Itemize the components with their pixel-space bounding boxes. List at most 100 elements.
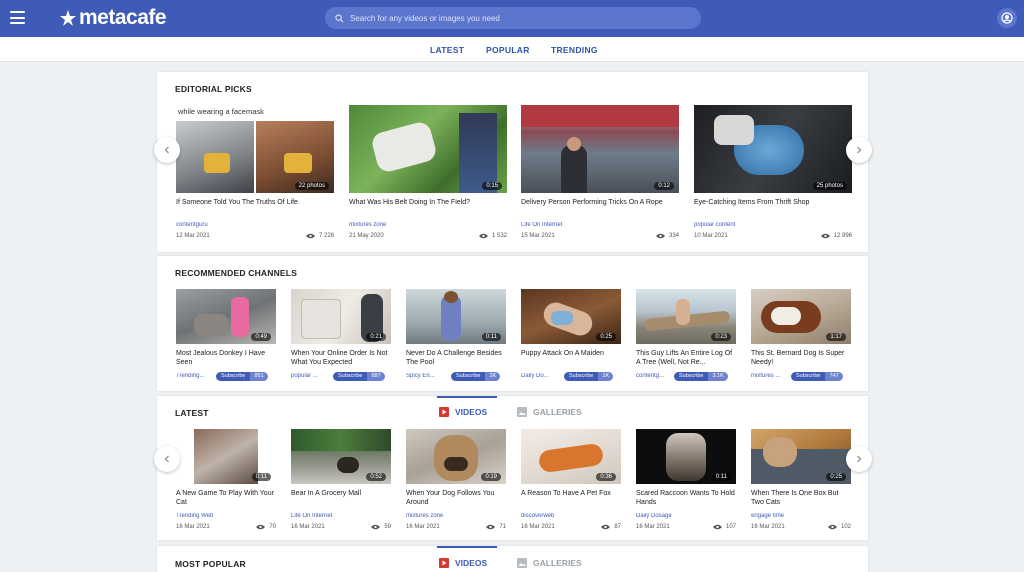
duration-badge: 0:52 bbox=[366, 473, 386, 481]
channel-name[interactable]: contentg... bbox=[636, 373, 672, 379]
video-title[interactable]: What Was His Belt Doing In The Field? bbox=[349, 198, 507, 207]
subscribe-button[interactable]: Subscribe 851 bbox=[216, 372, 268, 381]
channel-name[interactable]: mixtures ... bbox=[751, 373, 789, 379]
video-thumbnail[interactable]: 0:25 bbox=[521, 289, 621, 344]
subscribe-button[interactable]: Subscribe 2K bbox=[451, 372, 501, 381]
video-thumbnail[interactable]: 0:11 bbox=[176, 429, 276, 484]
latest-card[interactable]: 0:11 A New Game To Play With Your Cat Tr… bbox=[176, 429, 276, 533]
latest-card[interactable]: 0:11 Scared Raccoon Wants To Hold Hands … bbox=[636, 429, 736, 533]
nav-popular[interactable]: POPULAR bbox=[486, 45, 530, 55]
eye-icon bbox=[601, 524, 611, 530]
carousel-next-button[interactable] bbox=[846, 137, 872, 163]
publish-date: 16 Mar 2021 bbox=[751, 524, 785, 530]
channel-name[interactable]: Life On Internet bbox=[291, 513, 391, 519]
channel-name[interactable]: popular content bbox=[694, 222, 852, 228]
video-title[interactable]: If Someone Told You The Truths Of Life bbox=[176, 198, 334, 207]
carousel-prev-button[interactable] bbox=[154, 137, 180, 163]
video-thumbnail[interactable]: 0:15 bbox=[349, 105, 507, 193]
carousel-prev-button[interactable] bbox=[154, 446, 180, 472]
video-title[interactable]: This St. Bernard Dog Is Super Needy! bbox=[751, 349, 851, 367]
video-thumbnail[interactable]: 1:17 bbox=[751, 289, 851, 344]
view-count: 107 bbox=[696, 524, 736, 530]
publish-date: 16 Mar 2021 bbox=[636, 524, 670, 530]
channel-name[interactable]: Trending... bbox=[176, 373, 214, 379]
nav-latest[interactable]: LATEST bbox=[430, 45, 464, 55]
latest-card[interactable]: 0:36 A Reason To Have A Pet Fox discover… bbox=[521, 429, 621, 533]
tab-videos[interactable]: VIDEOS bbox=[439, 558, 487, 568]
channel-name[interactable]: mixtures zone bbox=[406, 513, 506, 519]
recommended-channels-section: RECOMMENDED CHANNELS 0:49 Most Jealous D… bbox=[157, 256, 868, 391]
channel-name[interactable]: Trending Web bbox=[176, 513, 276, 519]
channel-name[interactable]: Life On Internet bbox=[521, 222, 679, 228]
carousel-next-button[interactable] bbox=[846, 446, 872, 472]
video-title[interactable]: When Your Online Order Is Not What You E… bbox=[291, 349, 391, 367]
video-title[interactable]: Never Do A Challenge Besides The Pool bbox=[406, 349, 506, 367]
channel-name[interactable]: popular ... bbox=[291, 373, 329, 379]
editorial-card[interactable]: 25 photos Eye-Catching Items From Thrift… bbox=[694, 105, 852, 245]
video-title[interactable]: When Your Dog Follows You Around bbox=[406, 489, 506, 507]
video-thumbnail[interactable]: 0:19 bbox=[406, 429, 506, 484]
channel-name[interactable]: contentguru bbox=[176, 222, 334, 228]
video-thumbnail[interactable]: 25 photos bbox=[694, 105, 852, 193]
publish-date: 16 Mar 2021 bbox=[406, 524, 440, 530]
channel-name[interactable]: Daily Dosage bbox=[636, 513, 736, 519]
editorial-card[interactable]: 0:12 Delivery Person Performing Tricks O… bbox=[521, 105, 679, 245]
video-thumbnail[interactable]: 0:12 bbox=[521, 105, 679, 193]
subscribe-button[interactable]: Subscribe 747 bbox=[791, 372, 843, 381]
eye-icon bbox=[827, 524, 837, 530]
channel-name[interactable]: discoverweb bbox=[521, 513, 621, 519]
video-thumbnail[interactable]: 0:11 bbox=[636, 429, 736, 484]
logo-star-icon bbox=[60, 10, 76, 26]
video-title[interactable]: A Reason To Have A Pet Fox bbox=[521, 489, 621, 498]
video-thumbnail[interactable]: 0:21 bbox=[291, 289, 391, 344]
video-title[interactable]: When There Is One Box But Two Cats bbox=[751, 489, 851, 507]
channel-name[interactable]: engage time bbox=[751, 513, 851, 519]
menu-icon[interactable] bbox=[10, 11, 25, 24]
view-count-value: 1 532 bbox=[491, 233, 507, 239]
video-title[interactable]: Eye-Catching Items From Thrift Shop bbox=[694, 198, 852, 207]
tab-videos[interactable]: VIDEOS bbox=[439, 407, 487, 417]
video-thumbnail[interactable]: 0:52 bbox=[291, 429, 391, 484]
subscribe-button[interactable]: Subscribe 1K bbox=[564, 372, 614, 381]
latest-card[interactable]: 0:19 When Your Dog Follows You Around mi… bbox=[406, 429, 506, 533]
logo[interactable]: metacafe bbox=[59, 5, 167, 31]
video-title[interactable]: A New Game To Play With Your Cat bbox=[176, 489, 276, 507]
video-thumbnail[interactable]: 0:36 bbox=[521, 429, 621, 484]
tab-galleries[interactable]: GALLERIES bbox=[517, 407, 582, 417]
video-thumbnail[interactable]: 0:23 bbox=[636, 289, 736, 344]
channel-name[interactable]: Spicy En... bbox=[406, 373, 448, 379]
subscribe-button[interactable]: Subscribe 887 bbox=[333, 372, 385, 381]
search-bar[interactable]: Search for any videos or images you need bbox=[325, 7, 701, 29]
channel-card[interactable]: 0:49 Most Jealous Donkey I Have Seen Tre… bbox=[176, 289, 276, 384]
video-thumbnail[interactable]: 0:25 bbox=[751, 429, 851, 484]
editorial-card[interactable]: while wearing a facemask 22 photos If So… bbox=[176, 105, 334, 245]
nav-trending[interactable]: TRENDING bbox=[551, 45, 598, 55]
video-thumbnail[interactable]: 0:11 bbox=[406, 289, 506, 344]
channel-card[interactable]: 0:21 When Your Online Order Is Not What … bbox=[291, 289, 391, 384]
duration-badge: 1:17 bbox=[826, 333, 846, 341]
channel-card[interactable]: 1:17 This St. Bernard Dog Is Super Needy… bbox=[751, 289, 851, 384]
latest-card[interactable]: 0:52 Bear In A Grocery Mall Life On Inte… bbox=[291, 429, 391, 533]
user-account-button[interactable] bbox=[997, 8, 1017, 28]
video-title[interactable]: Scared Raccoon Wants To Hold Hands bbox=[636, 489, 736, 507]
channel-card[interactable]: 0:23 This Guy Lifts An Entire Log Of A T… bbox=[636, 289, 736, 384]
channel-card[interactable]: 0:11 Never Do A Challenge Besides The Po… bbox=[406, 289, 506, 384]
channel-name[interactable]: mixtures zone bbox=[349, 222, 507, 228]
video-title[interactable]: Most Jealous Donkey I Have Seen bbox=[176, 349, 276, 367]
channel-card[interactable]: 0:25 Puppy Attack On A Maiden Daily Do..… bbox=[521, 289, 621, 384]
video-icon bbox=[439, 558, 449, 568]
video-thumbnail[interactable]: while wearing a facemask 22 photos bbox=[176, 105, 334, 193]
subscribe-button[interactable]: Subscribe 3.1K bbox=[674, 372, 728, 381]
section-title: MOST POPULAR bbox=[175, 559, 246, 569]
tab-galleries[interactable]: GALLERIES bbox=[517, 558, 582, 568]
video-title[interactable]: Bear In A Grocery Mall bbox=[291, 489, 391, 498]
video-title[interactable]: Delivery Person Performing Tricks On A R… bbox=[521, 198, 679, 207]
latest-card[interactable]: 0:25 When There Is One Box But Two Cats … bbox=[751, 429, 851, 533]
video-thumbnail[interactable]: 0:49 bbox=[176, 289, 276, 344]
channel-name[interactable]: Daily Do... bbox=[521, 373, 559, 379]
editorial-card[interactable]: 0:15 What Was His Belt Doing In The Fiel… bbox=[349, 105, 507, 245]
video-title[interactable]: Puppy Attack On A Maiden bbox=[521, 349, 621, 358]
tab-galleries-label: GALLERIES bbox=[533, 558, 582, 568]
view-count: 70 bbox=[236, 524, 276, 530]
video-title[interactable]: This Guy Lifts An Entire Log Of A Tree (… bbox=[636, 349, 736, 367]
